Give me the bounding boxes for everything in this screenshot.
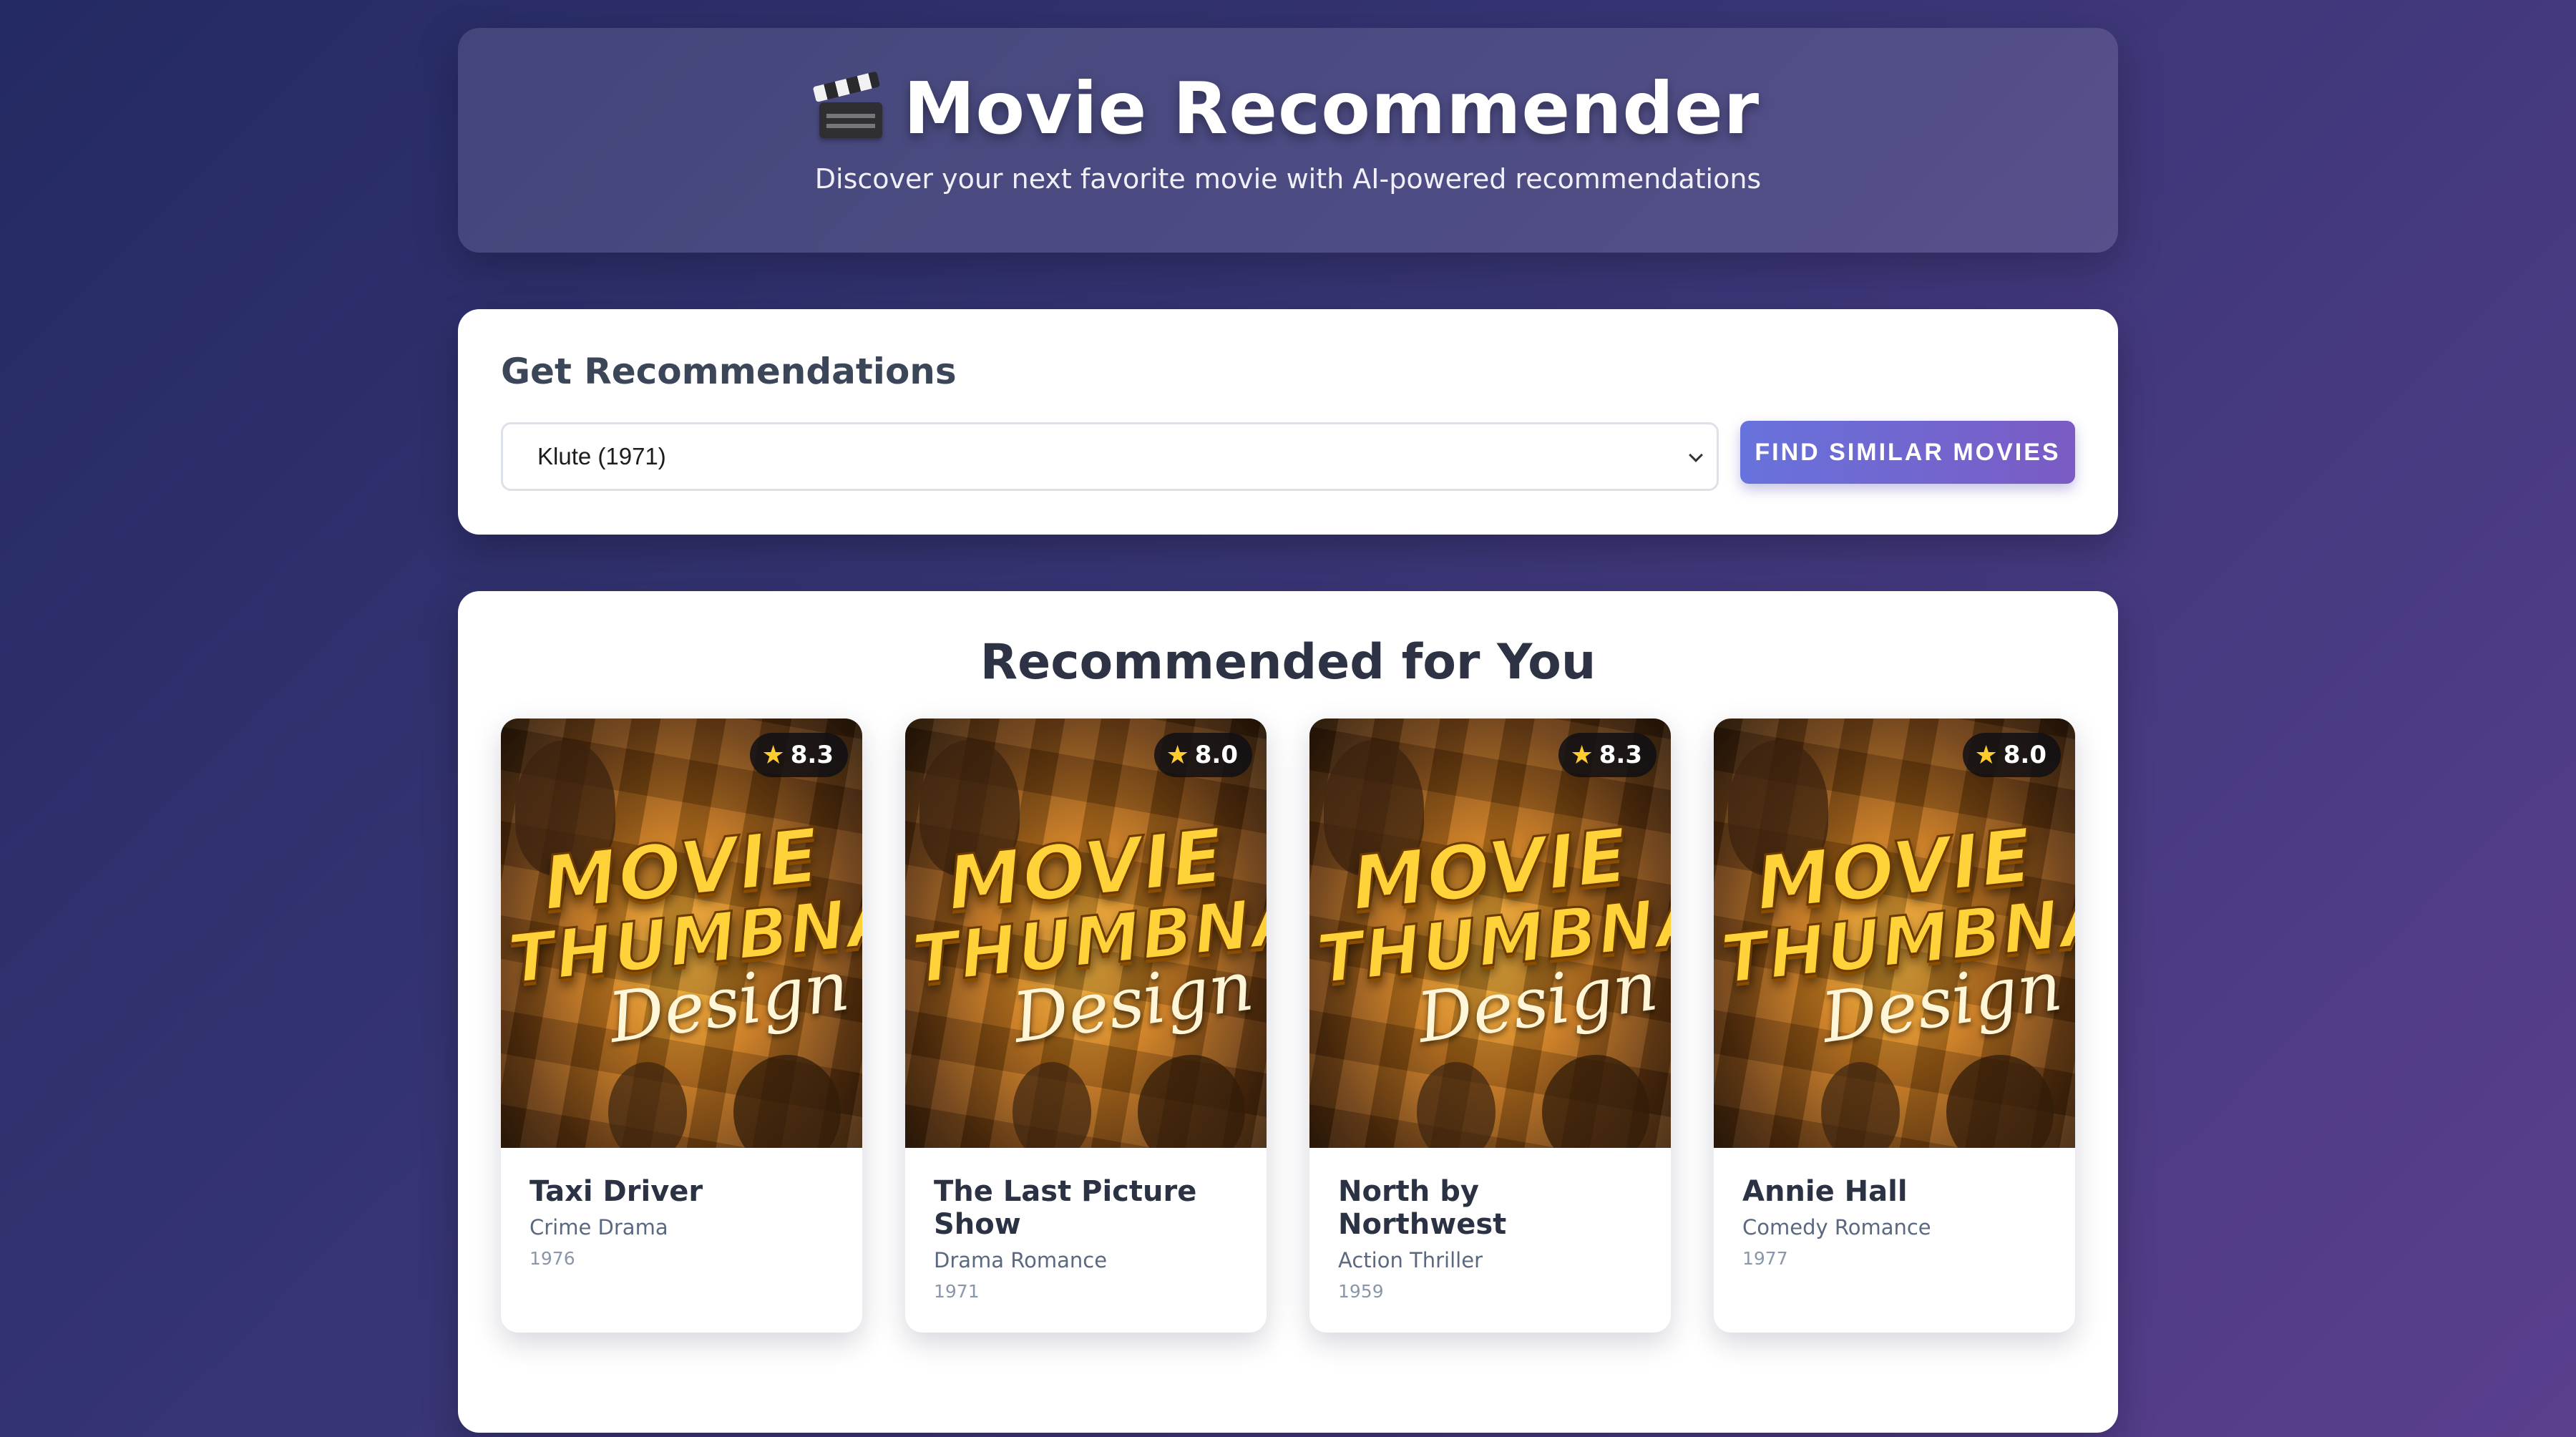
rating-badge: ★ 8.0 (1154, 733, 1252, 777)
header-panel: Movie Recommender Discover your next fav… (458, 28, 2118, 253)
movie-card[interactable]: MOVIE THUMBNAIL Design ★ 8.0 Annie Hall … (1714, 718, 2075, 1333)
movie-poster: MOVIE THUMBNAIL Design ★ 8.3 (501, 718, 862, 1148)
movie-info: Taxi Driver Crime Drama 1976 (501, 1148, 862, 1269)
movie-select-value: Klute (1971) (537, 443, 666, 469)
movie-card[interactable]: MOVIE THUMBNAIL Design ★ 8.0 The Last Pi… (905, 718, 1267, 1333)
results-heading: Recommended for You (980, 634, 1596, 691)
rating-badge: ★ 8.3 (750, 733, 848, 777)
title-row: Movie Recommender (458, 67, 2118, 150)
movie-card-list: MOVIE THUMBNAIL Design ★ 8.3 Taxi Driver… (501, 718, 2075, 1333)
rating-value: 8.3 (790, 741, 834, 769)
movie-year: 1977 (1742, 1248, 1788, 1269)
clapperboard-icon (812, 70, 885, 141)
rating-value: 8.3 (1599, 741, 1642, 769)
movie-info: North by Northwest Action Thriller 1959 (1309, 1148, 1671, 1302)
find-similar-button[interactable]: Find Similar Movies (1740, 421, 2075, 484)
movie-select[interactable]: Klute (1971) (501, 422, 1719, 491)
movie-title: Annie Hall (1742, 1175, 1908, 1208)
movie-genre: Crime Drama (530, 1215, 668, 1239)
movie-genre: Comedy Romance (1742, 1215, 1931, 1239)
star-icon: ★ (761, 740, 785, 770)
movie-title: The Last Picture Show (934, 1175, 1197, 1241)
page-title: Movie Recommender (903, 67, 1760, 150)
movie-title: North by Northwest (1338, 1175, 1507, 1241)
rating-badge: ★ 8.0 (1963, 733, 2061, 777)
star-icon: ★ (1570, 740, 1594, 770)
movie-genre: Drama Romance (934, 1248, 1108, 1272)
movie-card[interactable]: MOVIE THUMBNAIL Design ★ 8.3 Taxi Driver… (501, 718, 862, 1333)
page-subtitle: Discover your next favorite movie with A… (814, 163, 1762, 195)
star-icon: ★ (1974, 740, 1998, 770)
movie-poster: MOVIE THUMBNAIL Design ★ 8.0 (905, 718, 1267, 1148)
movie-year: 1959 (1338, 1281, 1384, 1302)
results-panel: Recommended for You MOVIE THUMBNAIL Desi… (458, 591, 2118, 1433)
movie-poster: MOVIE THUMBNAIL Design ★ 8.3 (1309, 718, 1671, 1148)
search-heading: Get Recommendations (501, 351, 957, 392)
chevron-down-icon (1689, 448, 1703, 462)
movie-year: 1976 (530, 1248, 575, 1269)
rating-value: 8.0 (1194, 741, 1238, 769)
star-icon: ★ (1166, 740, 1189, 770)
movie-title: Taxi Driver (530, 1175, 703, 1208)
movie-info: Annie Hall Comedy Romance 1977 (1714, 1148, 2075, 1269)
movie-genre: Action Thriller (1338, 1248, 1483, 1272)
movie-poster: MOVIE THUMBNAIL Design ★ 8.0 (1714, 718, 2075, 1148)
movie-card[interactable]: MOVIE THUMBNAIL Design ★ 8.3 North by No… (1309, 718, 1671, 1333)
rating-value: 8.0 (2003, 741, 2046, 769)
rating-badge: ★ 8.3 (1558, 733, 1657, 777)
movie-info: The Last Picture Show Drama Romance 1971 (905, 1148, 1267, 1302)
movie-year: 1971 (934, 1281, 980, 1302)
search-panel: Get Recommendations Klute (1971) Find Si… (458, 309, 2118, 535)
